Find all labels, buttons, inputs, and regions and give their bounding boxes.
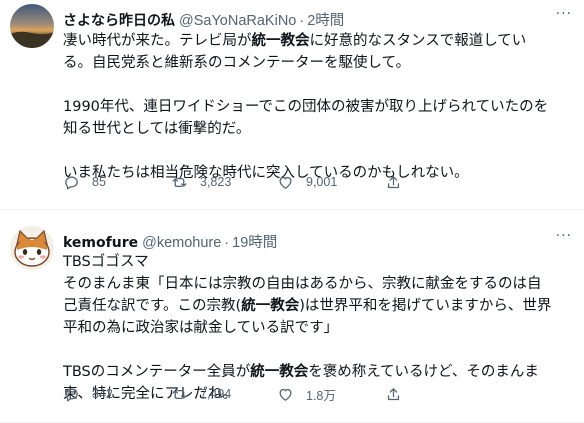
reply-icon [65, 388, 78, 402]
retweet-button[interactable]: 3,823 [171, 174, 231, 191]
like-button[interactable]: 1.8万 [277, 385, 336, 404]
text-segment: 凄い時代が来た。テレビ局が [63, 33, 252, 49]
separator: · [299, 13, 305, 29]
text-segment: TBSのコメンテーター全員が [63, 364, 251, 380]
sunset-photo-avatar-icon [10, 4, 54, 48]
highlighted-keyword: 統一教会 [250, 364, 309, 380]
like-count: 9,001 [306, 175, 338, 189]
text-segment: )は世界平和を掲げていますから、世界 [299, 298, 552, 314]
retweet-button[interactable]: 7,494 [171, 386, 231, 403]
avatar[interactable] [10, 4, 54, 48]
retweet-count: 7,494 [200, 387, 232, 401]
retweet-icon [172, 177, 187, 187]
tweet-text: TBSゴゴスマ そのまんま東「日本には宗教の自由はあるから、宗教に献金をするのは… [63, 251, 570, 405]
text-line: 知る世代としては衝撃的だ。 [63, 121, 251, 137]
highlighted-keyword: 統一教会 [241, 298, 300, 314]
tweet-header: さよなら昨日の私 @SaYoNaRaKiNo · 2時間 [63, 9, 544, 30]
author-handle[interactable]: @SaYoNaRaKiNo [179, 13, 296, 29]
highlighted-keyword: 統一教会 [251, 33, 310, 49]
like-count: 1.8万 [306, 388, 336, 403]
timestamp[interactable]: 19時間 [232, 231, 277, 252]
tweet-text: 凄い時代が来た。テレビ局が統一教会に好意的なスタンスで報道してい る。自民党系と… [63, 30, 570, 184]
text-segment: 己責任な訳です。この宗教( [63, 298, 242, 314]
retweet-icon [172, 389, 187, 399]
like-button[interactable]: 9,001 [277, 174, 337, 191]
reply-count: 85 [92, 175, 106, 189]
text-line: 平和の為に政治家は献金している訳です」 [63, 320, 339, 336]
more-options-icon[interactable]: ··· [556, 228, 572, 244]
author-name[interactable]: kemofure [63, 235, 138, 251]
text-line: る。自民党系と維新系のコメンテーターを駆使して。 [63, 55, 411, 71]
separator: · [224, 235, 230, 251]
text-segment: を褒め称えているけど、そのまんま [308, 364, 539, 380]
author-handle[interactable]: @kemohure [142, 235, 221, 251]
cat-cartoon-avatar-icon [10, 226, 54, 270]
reply-count: 342 [92, 387, 113, 401]
text-line: 凄い時代が来た。テレビ局が統一教会に好意的なスタンスで報道してい [63, 30, 570, 52]
text-line: 1990年代、連日ワイドショーでこの団体の被害が取り上げられていたのを [63, 99, 549, 115]
tweet[interactable]: さよなら昨日の私 @SaYoNaRaKiNo · 2時間 ··· 凄い時代が来た… [0, 0, 584, 210]
share-icon [387, 387, 400, 400]
share-icon [387, 175, 400, 188]
more-options-icon[interactable]: ··· [556, 6, 572, 22]
retweet-count: 3,823 [200, 175, 232, 189]
tweet-header: kemofure @kemohure · 19時間 [63, 231, 544, 252]
heart-icon [279, 176, 292, 189]
reply-button[interactable]: 342 [63, 386, 113, 403]
timestamp[interactable]: 2時間 [307, 9, 344, 30]
text-line: 己責任な訳です。この宗教(統一教会)は世界平和を掲げていますから、世界 [63, 295, 570, 317]
tweet[interactable]: kemofure @kemohure · 19時間 ··· TBSゴゴスマ その… [0, 210, 584, 423]
reply-button[interactable]: 85 [63, 174, 106, 191]
share-button[interactable] [385, 386, 414, 403]
avatar[interactable] [10, 226, 54, 270]
text-line: そのまんま東「日本には宗教の自由はあるから、宗教に献金をするのは自 [63, 276, 542, 292]
text-line: TBSのコメンテーター全員が統一教会を褒め称えているけど、そのまんま [63, 361, 570, 383]
heart-icon [279, 388, 292, 401]
share-button[interactable] [385, 174, 414, 191]
text-line: TBSゴゴスマ [63, 254, 149, 270]
author-name[interactable]: さよなら昨日の私 [63, 10, 175, 30]
text-segment: に好意的なスタンスで報道してい [309, 33, 527, 49]
reply-icon [65, 176, 78, 190]
